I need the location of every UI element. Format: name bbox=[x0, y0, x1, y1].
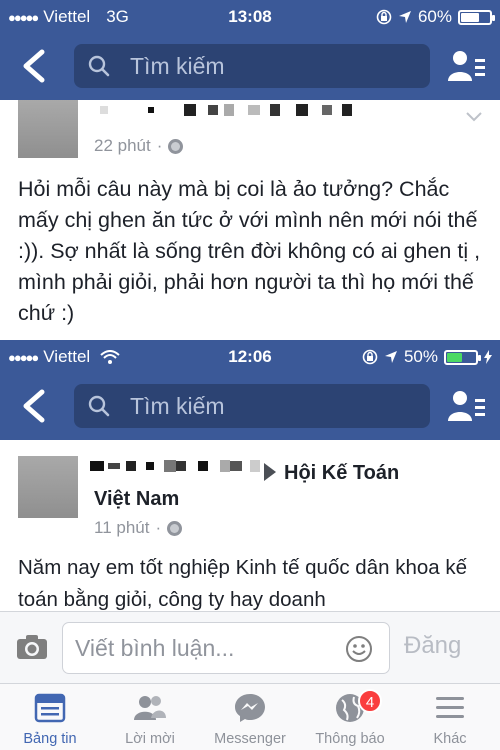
post-card-2: Hội Kế Toán Việt Nam 11 phút · Năm nay e… bbox=[0, 440, 500, 611]
comment-input[interactable]: Viết bình luận... bbox=[62, 622, 390, 674]
search-icon bbox=[88, 395, 110, 417]
battery-percent: 60% bbox=[417, 7, 452, 26]
avatar[interactable] bbox=[18, 100, 78, 158]
comment-bar: Viết bình luận... Đăng bbox=[0, 611, 500, 683]
tab-label: Lời mời bbox=[125, 731, 175, 747]
tab-label: Bảng tin bbox=[23, 731, 77, 747]
censored-name bbox=[90, 460, 260, 472]
search-placeholder: Tìm kiếm bbox=[130, 392, 225, 419]
status-bar-2: ●●●●● Viettel 12:06 50% bbox=[0, 340, 500, 374]
post-meta: 11 phút · bbox=[94, 518, 183, 538]
search-icon bbox=[88, 55, 110, 77]
dot-separator: · bbox=[156, 136, 163, 155]
tab-label: Thông báo bbox=[315, 731, 385, 747]
nav-bar-2: Tìm kiếm bbox=[0, 374, 500, 440]
rotation-lock-icon bbox=[362, 349, 378, 365]
tab-label: Khác bbox=[433, 731, 467, 747]
battery-icon bbox=[458, 9, 495, 25]
shared-to-arrow-icon bbox=[264, 463, 276, 481]
messenger-icon bbox=[235, 694, 265, 722]
comment-placeholder: Viết bình luận... bbox=[75, 635, 235, 661]
avatar[interactable] bbox=[18, 456, 78, 518]
battery-percent: 50% bbox=[403, 347, 438, 366]
tab-bar: Bảng tin Lời mời Messenger 4 Thông báo K… bbox=[0, 683, 500, 750]
rotation-lock-icon bbox=[376, 9, 392, 25]
status-bar: ●●●●● Viettel 3G 13:08 60% bbox=[0, 0, 500, 34]
post-time[interactable]: 22 phút bbox=[94, 136, 151, 156]
tab-messenger[interactable]: Messenger bbox=[200, 684, 300, 750]
post-body: Hỏi mỗi câu này mà bị coi là ảo tưởng? C… bbox=[18, 177, 481, 325]
group-name-text: Hội Kế Toán bbox=[284, 462, 400, 484]
back-chevron-icon[interactable] bbox=[18, 48, 50, 84]
search-placeholder: Tìm kiếm bbox=[130, 52, 225, 79]
group-name-line1[interactable]: Hội Kế Toán bbox=[258, 462, 399, 485]
post-meta: 22 phút · bbox=[94, 136, 184, 156]
battery-charging-icon bbox=[444, 349, 481, 365]
camera-icon[interactable] bbox=[16, 634, 48, 660]
post-body: Năm nay em tốt nghiệp Kinh tế quốc dân k… bbox=[18, 556, 468, 611]
post-time[interactable]: 11 phút bbox=[94, 518, 149, 538]
post-card: 22 phút · Hỏi mỗi câu này mà bị coi là ả… bbox=[0, 100, 500, 340]
location-arrow-icon bbox=[384, 351, 397, 363]
friends-icon[interactable] bbox=[448, 49, 486, 83]
tab-news-feed[interactable]: Bảng tin bbox=[0, 684, 100, 750]
search-input[interactable]: Tìm kiếm bbox=[74, 44, 430, 88]
tab-label: Messenger bbox=[214, 731, 286, 747]
nav-bar: Tìm kiếm bbox=[0, 34, 500, 100]
tab-notifications[interactable]: 4 Thông báo bbox=[300, 684, 400, 750]
public-globe-icon bbox=[168, 138, 184, 154]
search-input[interactable]: Tìm kiếm bbox=[74, 384, 430, 428]
friend-requests-icon bbox=[134, 696, 166, 720]
friends-icon[interactable] bbox=[448, 389, 486, 423]
chevron-down-icon[interactable] bbox=[466, 112, 482, 122]
group-name-line2[interactable]: Việt Nam bbox=[94, 488, 179, 511]
emoji-icon[interactable] bbox=[345, 635, 373, 663]
dot-separator: · bbox=[155, 518, 162, 537]
location-arrow-icon bbox=[398, 11, 411, 23]
news-feed-icon bbox=[34, 693, 66, 723]
public-globe-icon bbox=[167, 520, 183, 536]
post-comment-button[interactable]: Đăng bbox=[404, 632, 461, 660]
charging-bolt-icon bbox=[484, 350, 492, 364]
back-chevron-icon[interactable] bbox=[18, 388, 50, 424]
tab-friend-requests[interactable]: Lời mời bbox=[100, 684, 200, 750]
screen: ●●●●● Viettel 3G 13:08 60% Tìm kiếm 22 p… bbox=[0, 0, 500, 750]
menu-icon bbox=[436, 697, 464, 718]
tab-more[interactable]: Khác bbox=[400, 684, 500, 750]
censored-name bbox=[100, 104, 352, 116]
notification-badge: 4 bbox=[358, 689, 382, 713]
